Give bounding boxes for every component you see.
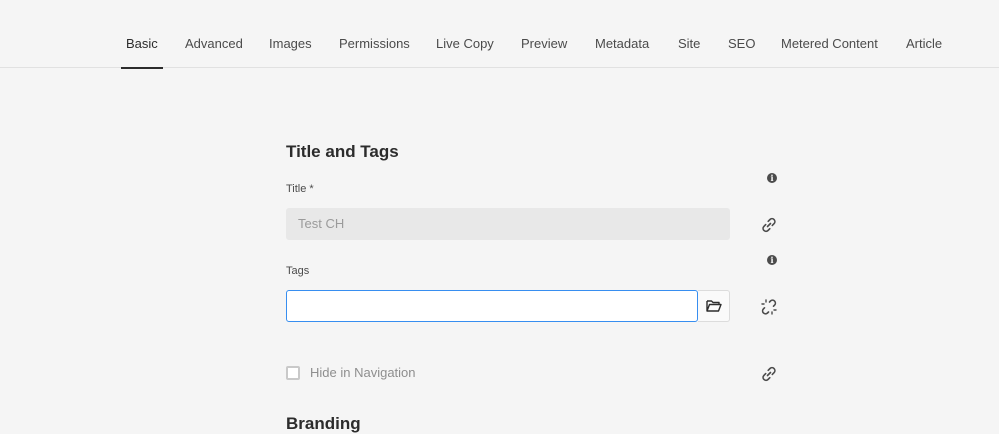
broken-link-icon[interactable] — [760, 298, 778, 316]
tags-picker-button[interactable] — [698, 290, 730, 322]
tab-images[interactable]: Images — [269, 0, 312, 68]
hide-in-navigation-checkbox[interactable] — [286, 366, 300, 380]
title-label: Title * — [286, 183, 314, 195]
tags-label: Tags — [286, 265, 310, 277]
info-icon[interactable]: i — [767, 255, 777, 265]
title-input[interactable]: Test CH — [286, 208, 730, 240]
tab-metadata[interactable]: Metadata — [595, 0, 649, 68]
tab-live-copy[interactable]: Live Copy — [436, 0, 494, 68]
folder-icon — [705, 300, 722, 312]
section-branding: Branding — [286, 414, 361, 433]
tab-advanced[interactable]: Advanced — [185, 0, 243, 68]
tab-bar: Basic Advanced Images Permissions Live C… — [0, 0, 999, 69]
hide-in-navigation-label: Hide in Navigation — [310, 365, 416, 380]
tab-site[interactable]: Site — [678, 0, 700, 68]
info-icon[interactable]: i — [767, 173, 777, 183]
tab-preview[interactable]: Preview — [521, 0, 567, 68]
section-title-and-tags: Title and Tags — [286, 142, 399, 161]
tab-article[interactable]: Article — [906, 0, 942, 68]
link-icon[interactable] — [760, 365, 778, 383]
tab-basic[interactable]: Basic — [121, 0, 163, 69]
tab-seo[interactable]: SEO — [728, 0, 755, 68]
link-icon[interactable] — [760, 216, 778, 234]
tab-permissions[interactable]: Permissions — [339, 0, 410, 68]
tags-input[interactable] — [286, 290, 698, 322]
tab-metered-content[interactable]: Metered Content — [781, 0, 878, 68]
